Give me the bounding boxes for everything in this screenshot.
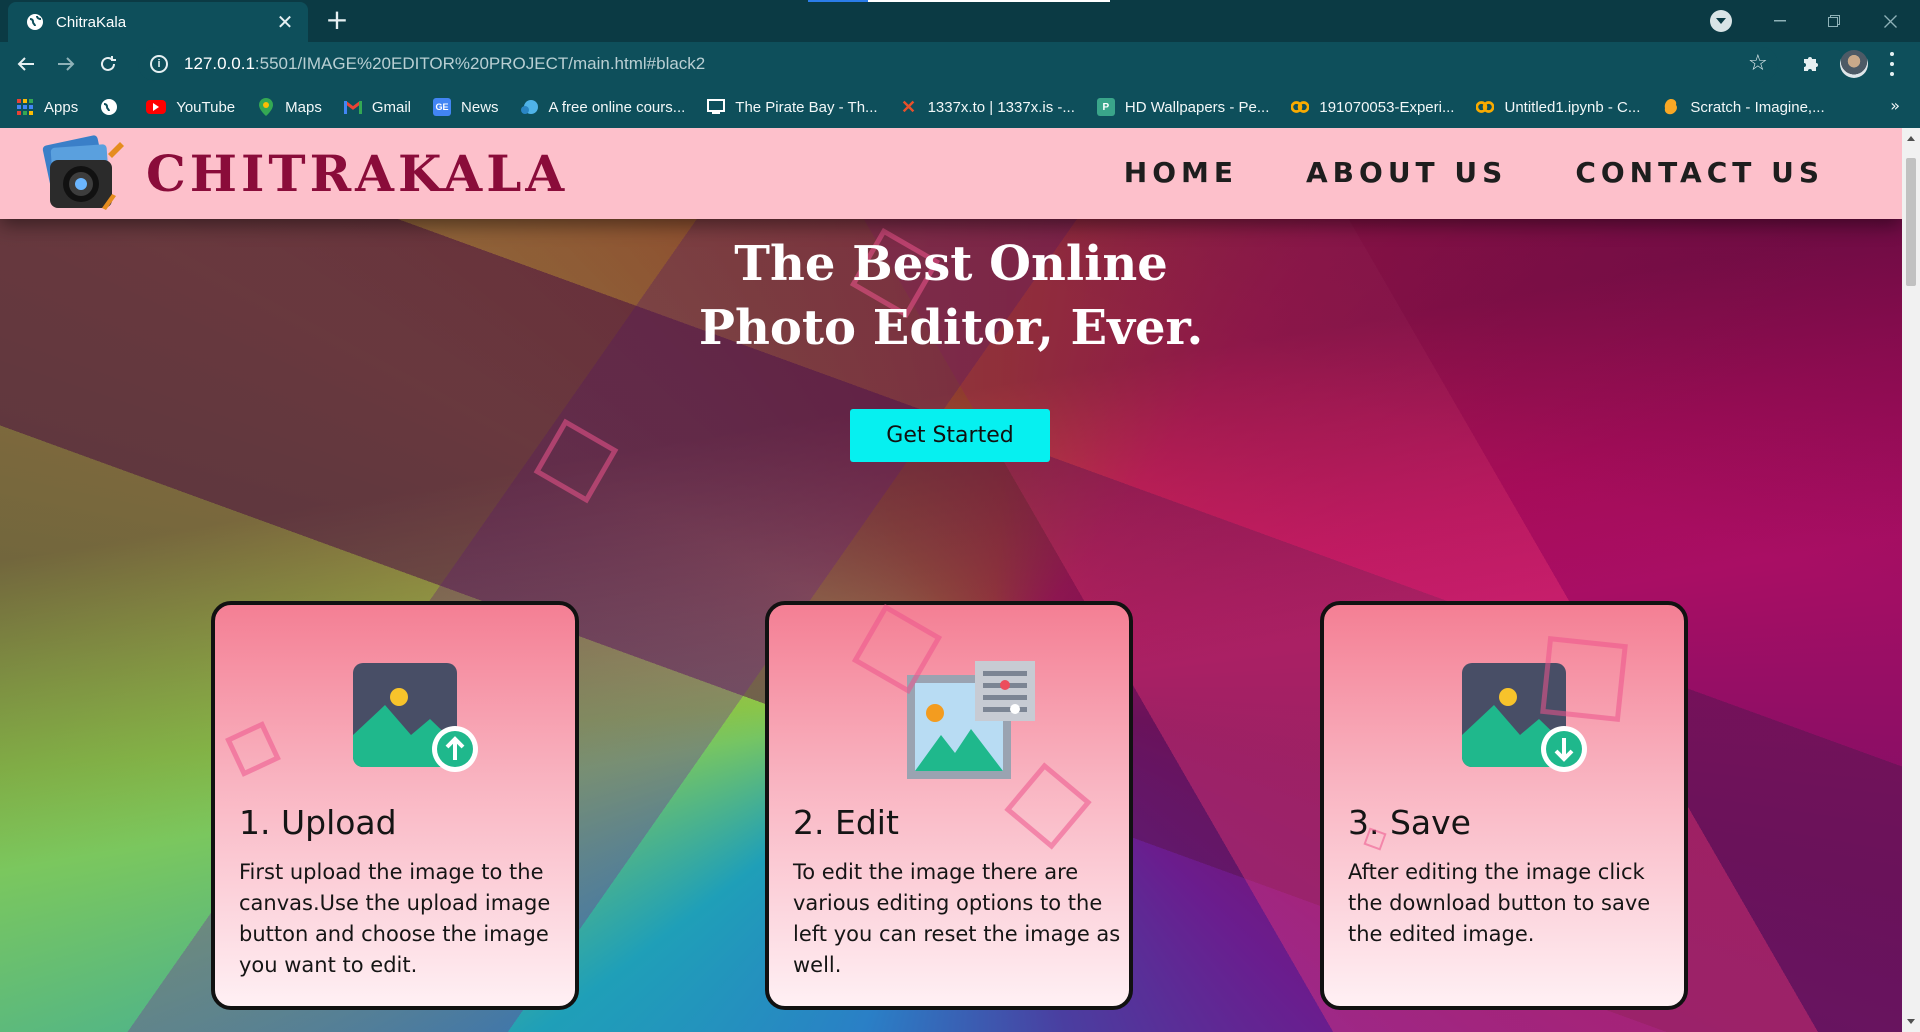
apps-grid-icon <box>16 98 34 116</box>
course-icon <box>520 98 539 116</box>
hero-line-1: The Best Online <box>734 236 1168 292</box>
bookmark-course[interactable]: A free online cours... <box>520 98 686 116</box>
close-tab-icon[interactable]: ✕ <box>268 8 302 36</box>
bookmark-colab-1[interactable]: 191070053-Experi... <box>1291 98 1454 116</box>
globe-icon <box>100 98 118 116</box>
card-text: To edit the image there are various edit… <box>793 860 1121 977</box>
nav-contact-link[interactable]: CONTACT US <box>1575 156 1824 189</box>
globe-icon <box>26 13 44 31</box>
reload-button[interactable] <box>92 48 124 80</box>
bookmark-news[interactable]: GE News <box>433 98 499 116</box>
bookmark-label: News <box>461 98 499 116</box>
card-text: After editing the image click the downlo… <box>1348 860 1651 946</box>
bookmark-label: Apps <box>44 98 79 116</box>
x-icon: ✕ <box>901 96 917 117</box>
colab-icon <box>1291 98 1310 116</box>
scroll-down-arrow-icon[interactable] <box>1907 1019 1915 1024</box>
bookmark-colab-2[interactable]: Untitled1.ipynb - C... <box>1476 98 1640 116</box>
scroll-up-arrow-icon[interactable] <box>1907 136 1915 141</box>
url-host: 127.0.0.1 <box>184 54 255 73</box>
bookmark-label: A free online cours... <box>548 98 686 116</box>
tab-search-icon[interactable] <box>1710 10 1732 32</box>
gmail-icon <box>343 98 362 116</box>
browser-toolbar: i 127.0.0.1:5501/IMAGE%20EDITOR%20PROJEC… <box>0 42 1920 86</box>
minimize-button[interactable] <box>1760 0 1800 42</box>
step-card-save: 3. Save After editing the image click th… <box>1320 601 1688 1010</box>
decorative-square <box>1540 636 1628 722</box>
nav-about-link[interactable]: ABOUT US <box>1306 156 1507 189</box>
card-text: First upload the image to the canvas.Use… <box>239 860 551 977</box>
bookmark-youtube[interactable]: YouTube <box>146 99 235 116</box>
bookmark-label: Maps <box>285 98 322 116</box>
main-nav: HOME ABOUT US CONTACT US <box>1124 156 1824 189</box>
page-scrollbar[interactable] <box>1902 128 1920 1032</box>
bookmark-label: Untitled1.ipynb - C... <box>1504 98 1641 116</box>
colab-icon <box>1476 98 1495 116</box>
wallpaper-icon: P <box>1096 98 1115 116</box>
browser-menu-icon[interactable] <box>1886 52 1898 76</box>
scroll-thumb[interactable] <box>1906 158 1916 286</box>
bookmark-star-icon[interactable]: ☆ <box>1748 51 1768 76</box>
step-card-upload: 1. Upload First upload the image to the … <box>211 601 579 1010</box>
scratch-icon <box>1662 98 1680 116</box>
nav-home-link[interactable]: HOME <box>1124 156 1238 189</box>
youtube-icon <box>146 100 167 114</box>
page-viewport: CHITRAKALA HOME ABOUT US CONTACT US The … <box>0 128 1902 1032</box>
bookmarks-bar: Apps YouTube Maps Gmail GE News A free o… <box>0 86 1920 128</box>
bookmark-globe[interactable] <box>100 98 124 116</box>
bookmark-piratebay[interactable]: The Pirate Bay - Th... <box>707 98 878 116</box>
get-started-button[interactable]: Get Started <box>850 409 1050 462</box>
tab-title: ChitraKala <box>56 13 127 31</box>
restore-button[interactable] <box>1814 0 1854 42</box>
bookmark-scratch[interactable]: Scratch - Imagine,... <box>1662 98 1825 116</box>
camera-logo-icon[interactable] <box>38 134 128 216</box>
bookmark-label: YouTube <box>176 98 236 116</box>
close-window-button[interactable] <box>1868 0 1912 42</box>
image-edit-icon <box>769 655 1129 785</box>
browser-tabstrip: ChitraKala ✕ + <box>0 0 1920 42</box>
profile-avatar[interactable] <box>1840 50 1868 78</box>
brand-name[interactable]: CHITRAKALA <box>146 144 568 203</box>
back-button[interactable] <box>10 48 42 80</box>
site-info-icon[interactable]: i <box>150 55 168 73</box>
bookmark-wallpapers[interactable]: P HD Wallpapers - Pe... <box>1096 98 1270 116</box>
bookmarks-overflow-button[interactable]: » <box>1890 96 1900 115</box>
bookmark-1337x[interactable]: ✕ 1337x.to | 1337x.is -... <box>900 96 1075 117</box>
card-title: 2. Edit <box>793 803 899 842</box>
url-path: :5501/IMAGE%20EDITOR%20PROJECT/main.html… <box>254 54 706 73</box>
bookmark-label: Scratch - Imagine,... <box>1690 98 1825 116</box>
site-navbar: CHITRAKALA HOME ABOUT US CONTACT US <box>0 128 1902 219</box>
image-upload-icon <box>215 655 575 785</box>
hero-heading: The Best Online Photo Editor, Ever. <box>0 232 1902 360</box>
news-icon: GE <box>433 98 452 116</box>
image-download-icon <box>1324 655 1684 785</box>
forward-button[interactable] <box>50 48 82 80</box>
piratebay-icon <box>707 98 726 116</box>
bookmark-apps[interactable]: Apps <box>16 98 78 116</box>
bookmark-label: The Pirate Bay - Th... <box>735 98 878 116</box>
bookmark-label: 1337x.to | 1337x.is -... <box>927 98 1075 116</box>
maps-icon <box>257 98 275 116</box>
bookmark-label: 191070053-Experi... <box>1319 98 1455 116</box>
bookmark-gmail[interactable]: Gmail <box>343 98 412 116</box>
card-title: 1. Upload <box>239 803 397 842</box>
extensions-puzzle-icon[interactable] <box>1800 53 1822 75</box>
bookmark-maps[interactable]: Maps <box>257 98 322 116</box>
loading-bar-progress <box>808 0 868 2</box>
browser-tab-active[interactable]: ChitraKala ✕ <box>8 2 308 42</box>
address-bar[interactable]: i 127.0.0.1:5501/IMAGE%20EDITOR%20PROJEC… <box>138 47 1778 81</box>
hero-line-2: Photo Editor, Ever. <box>698 300 1204 356</box>
bookmark-label: HD Wallpapers - Pe... <box>1124 98 1270 116</box>
bookmark-label: Gmail <box>371 98 412 116</box>
new-tab-button[interactable]: + <box>322 6 352 36</box>
